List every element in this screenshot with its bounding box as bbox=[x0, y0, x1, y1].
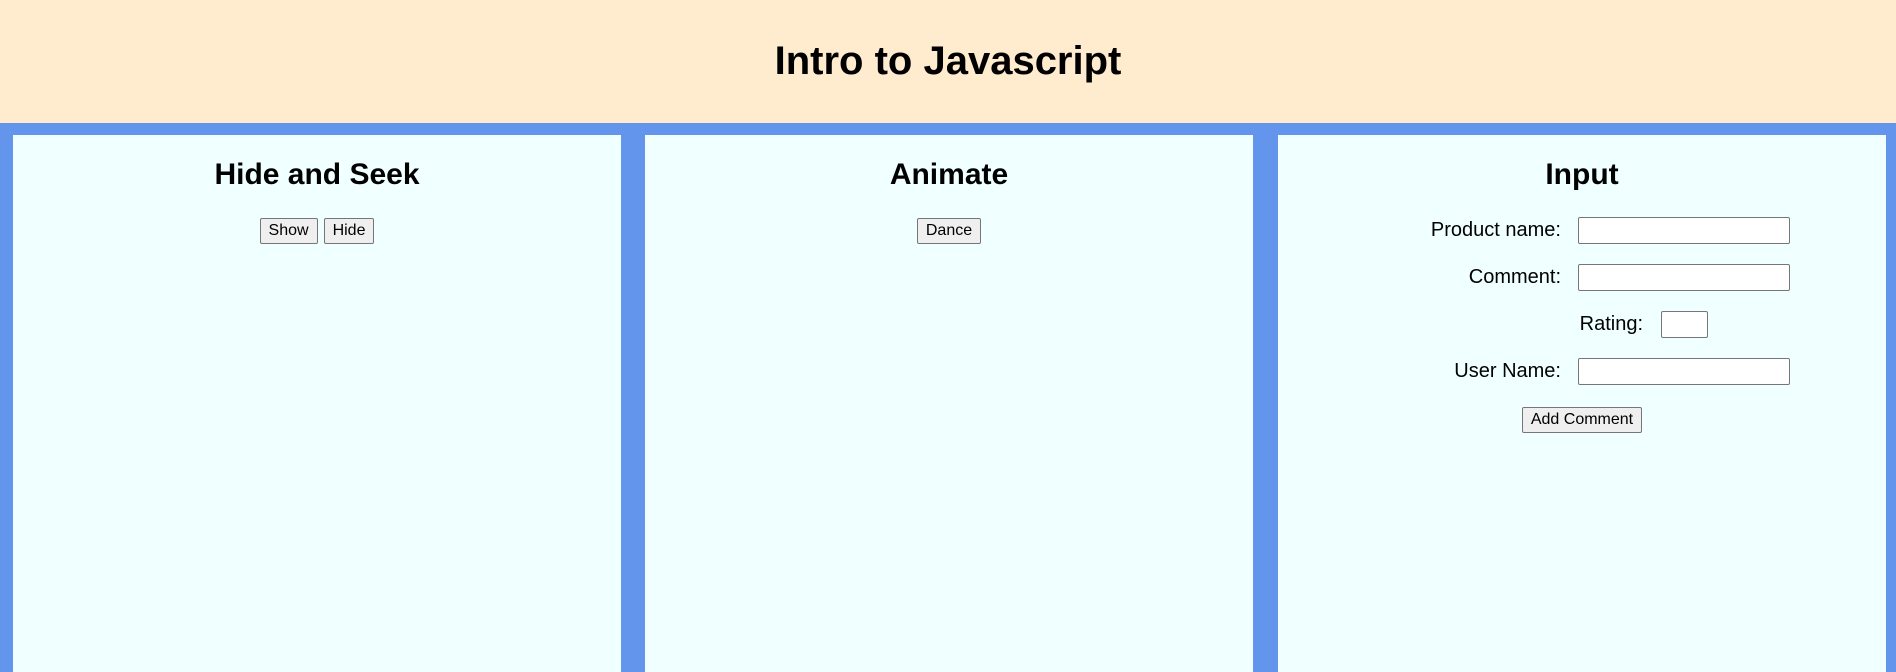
rating-label: Rating: bbox=[1579, 313, 1643, 335]
product-name-input[interactable] bbox=[1578, 217, 1790, 244]
hide-and-seek-title: Hide and Seek bbox=[214, 158, 420, 191]
input-title: Input bbox=[1545, 158, 1619, 191]
rating-input[interactable] bbox=[1661, 311, 1708, 338]
product-name-label: Product name: bbox=[1430, 219, 1561, 241]
animate-buttons: Dance bbox=[645, 218, 1253, 244]
comment-row: Comment: bbox=[1469, 264, 1790, 291]
add-comment-row: Add Comment bbox=[1278, 407, 1886, 433]
page-title: Intro to Javascript bbox=[774, 39, 1122, 83]
animate-title: Animate bbox=[889, 158, 1009, 191]
product-name-row: Product name: bbox=[1431, 217, 1790, 244]
comment-label: Comment: bbox=[1468, 266, 1561, 288]
hide-and-seek-panel: Hide and Seek Show Hide bbox=[13, 135, 621, 672]
show-button[interactable]: Show bbox=[259, 218, 318, 244]
rating-row: Rating: bbox=[1580, 311, 1708, 338]
dance-button[interactable]: Dance bbox=[916, 218, 982, 244]
input-panel: Input Product name: Comment: Rating: Use… bbox=[1278, 135, 1886, 672]
hide-and-seek-buttons: Show Hide bbox=[13, 218, 621, 244]
animate-panel: Animate Dance bbox=[645, 135, 1253, 672]
user-name-input[interactable] bbox=[1578, 358, 1790, 385]
page-header: Intro to Javascript bbox=[0, 0, 1896, 123]
hide-button[interactable]: Hide bbox=[323, 218, 375, 244]
user-name-label: User Name: bbox=[1454, 360, 1561, 382]
add-comment-button[interactable]: Add Comment bbox=[1521, 407, 1643, 433]
comment-input[interactable] bbox=[1578, 264, 1790, 291]
user-name-row: User Name: bbox=[1454, 358, 1790, 385]
